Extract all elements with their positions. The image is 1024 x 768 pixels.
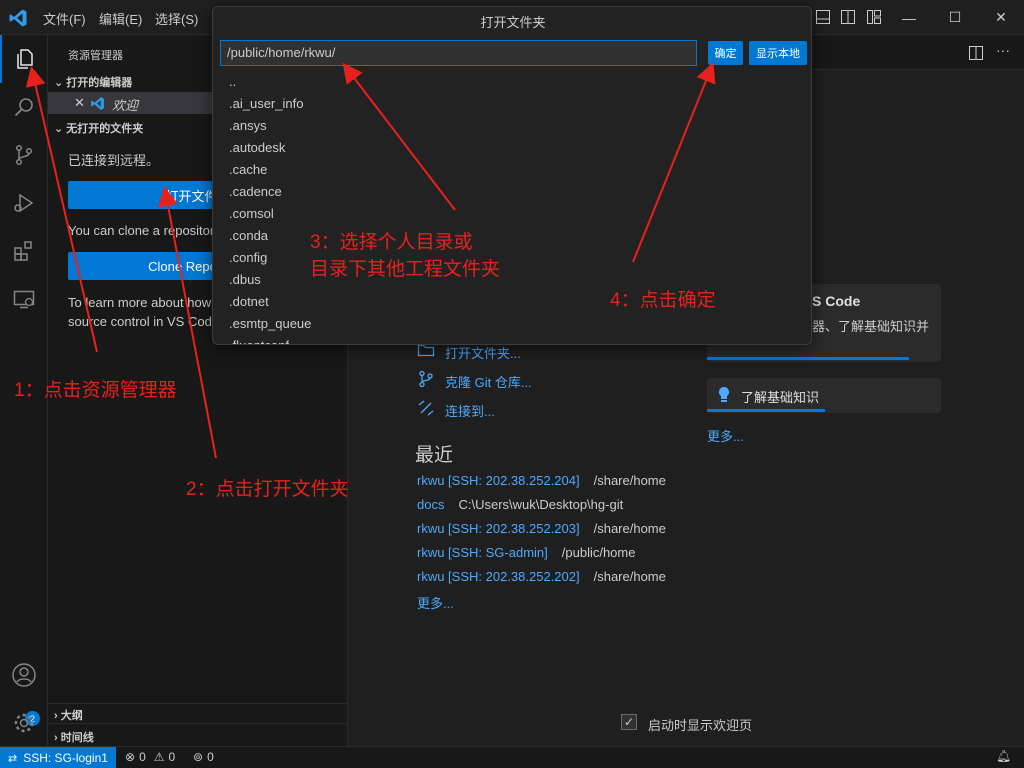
arrow-step1 bbox=[25, 66, 98, 353]
annotation-step2: 2：点击打开文件夹 bbox=[186, 479, 349, 500]
annotation-step4: 4：点击确定 bbox=[610, 290, 716, 311]
annotation-step1: 1：点击资源管理器 bbox=[14, 380, 177, 401]
annotation-step3-line1: 3：选择个人目录或 bbox=[310, 232, 473, 253]
arrow-step4 bbox=[632, 62, 716, 263]
vscode-window: 文件(F) 编辑(E) 选择(S) — ☐ ✕ 2 资源管理器 ⌄ 打开的编辑器… bbox=[0, 0, 1024, 768]
arrow-step2 bbox=[158, 186, 217, 459]
arrow-step3 bbox=[342, 62, 456, 211]
annotation-step3-line2: 目录下其他工程文件夹 bbox=[310, 259, 501, 280]
